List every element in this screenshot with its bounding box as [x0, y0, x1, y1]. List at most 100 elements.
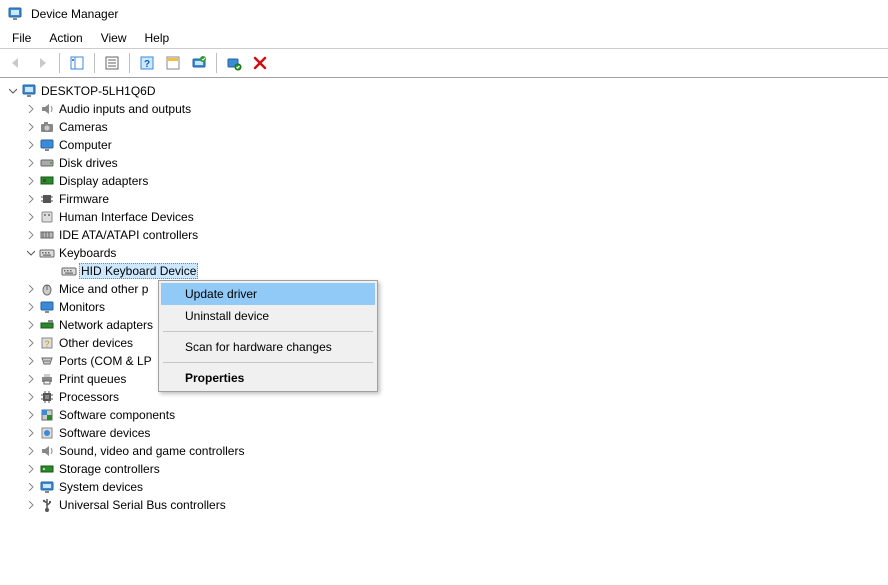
- tree-label[interactable]: IDE ATA/ATAPI controllers: [57, 227, 200, 243]
- tree-label[interactable]: Firmware: [57, 191, 111, 207]
- tree-item-softdev[interactable]: Software devices: [22, 424, 888, 442]
- tree-item-monitors[interactable]: Monitors: [22, 298, 888, 316]
- expand-icon[interactable]: [24, 498, 38, 512]
- expand-icon[interactable]: [24, 462, 38, 476]
- uninstall-button[interactable]: [248, 51, 272, 75]
- tree-label[interactable]: Network adapters: [57, 317, 155, 333]
- tree-item-processors[interactable]: Processors: [22, 388, 888, 406]
- tree-label[interactable]: Other devices: [57, 335, 135, 351]
- tree-item-firmware[interactable]: Firmware: [22, 190, 888, 208]
- tree-label[interactable]: Keyboards: [57, 245, 118, 261]
- tree-item-sound[interactable]: Sound, video and game controllers: [22, 442, 888, 460]
- tree-label-selected[interactable]: HID Keyboard Device: [79, 263, 198, 279]
- port-icon: [39, 353, 55, 369]
- update-driver-button[interactable]: [187, 51, 211, 75]
- tree-item-other[interactable]: ? Other devices: [22, 334, 888, 352]
- tree-item-audio[interactable]: Audio inputs and outputs: [22, 100, 888, 118]
- expand-icon[interactable]: [24, 192, 38, 206]
- cpu-icon: [39, 389, 55, 405]
- tree-item-disk[interactable]: Disk drives: [22, 154, 888, 172]
- show-hide-tree-button[interactable]: [65, 51, 89, 75]
- tree-label[interactable]: Software components: [57, 407, 177, 423]
- back-button[interactable]: [4, 51, 28, 75]
- context-scan-hardware[interactable]: Scan for hardware changes: [161, 336, 375, 358]
- tree-label[interactable]: Human Interface Devices: [57, 209, 196, 225]
- expand-icon[interactable]: [24, 480, 38, 494]
- tree-item-mice[interactable]: Mice and other p: [22, 280, 888, 298]
- expand-icon[interactable]: [24, 228, 38, 242]
- device-tree[interactable]: DESKTOP-5LH1Q6D Audio inputs and outputs…: [0, 78, 888, 514]
- expand-icon[interactable]: [24, 426, 38, 440]
- tree-label[interactable]: Display adapters: [57, 173, 150, 189]
- menu-file[interactable]: File: [4, 29, 39, 47]
- tree-item-hid[interactable]: Human Interface Devices: [22, 208, 888, 226]
- tree-label[interactable]: Print queues: [57, 371, 128, 387]
- expand-icon[interactable]: [24, 282, 38, 296]
- forward-button[interactable]: [30, 51, 54, 75]
- tree-label[interactable]: Universal Serial Bus controllers: [57, 497, 228, 513]
- tree-item-ports[interactable]: Ports (COM & LP: [22, 352, 888, 370]
- other-devices-icon: ?: [39, 335, 55, 351]
- help-button[interactable]: ?: [135, 51, 159, 75]
- tree-label[interactable]: Processors: [57, 389, 121, 405]
- tree-label[interactable]: Cameras: [57, 119, 110, 135]
- menu-action[interactable]: Action: [41, 29, 90, 47]
- expand-icon[interactable]: [24, 336, 38, 350]
- expand-icon[interactable]: [24, 300, 38, 314]
- tree-label[interactable]: Disk drives: [57, 155, 120, 171]
- context-update-driver[interactable]: Update driver: [161, 283, 375, 305]
- expand-icon[interactable]: [24, 120, 38, 134]
- expand-icon[interactable]: [24, 156, 38, 170]
- tree-item-softcomp[interactable]: Software components: [22, 406, 888, 424]
- expand-icon[interactable]: [24, 210, 38, 224]
- expand-icon[interactable]: [24, 408, 38, 422]
- tree-item-network[interactable]: Network adapters: [22, 316, 888, 334]
- tree-label[interactable]: Sound, video and game controllers: [57, 443, 246, 459]
- system-device-icon: [39, 479, 55, 495]
- tree-item-system[interactable]: System devices: [22, 478, 888, 496]
- properties-button[interactable]: [100, 51, 124, 75]
- tree-item-cameras[interactable]: Cameras: [22, 118, 888, 136]
- tree-item-computer[interactable]: Computer: [22, 136, 888, 154]
- tree-label[interactable]: Mice and other p: [57, 281, 150, 297]
- action-icon-button[interactable]: [161, 51, 185, 75]
- tree-label[interactable]: Ports (COM & LP: [57, 353, 154, 369]
- collapse-icon[interactable]: [24, 246, 38, 260]
- menu-help[interactable]: Help: [137, 29, 178, 47]
- tree-item-hid-keyboard-device[interactable]: HID Keyboard Device: [44, 262, 888, 280]
- software-component-icon: [39, 407, 55, 423]
- expand-icon[interactable]: [24, 174, 38, 188]
- expand-icon[interactable]: [24, 354, 38, 368]
- software-device-icon: [39, 425, 55, 441]
- svg-text:?: ?: [44, 339, 49, 349]
- root-label[interactable]: DESKTOP-5LH1Q6D: [39, 83, 158, 99]
- tree-item-storage[interactable]: Storage controllers: [22, 460, 888, 478]
- tree-label[interactable]: Audio inputs and outputs: [57, 101, 193, 117]
- tree-item-keyboards[interactable]: Keyboards: [22, 244, 888, 262]
- tree-label[interactable]: System devices: [57, 479, 145, 495]
- tree-label[interactable]: Storage controllers: [57, 461, 162, 477]
- tree-label[interactable]: Computer: [57, 137, 114, 153]
- tree-item-display[interactable]: Display adapters: [22, 172, 888, 190]
- expand-icon[interactable]: [24, 318, 38, 332]
- context-separator: [163, 362, 373, 363]
- expand-icon[interactable]: [24, 390, 38, 404]
- menubar: File Action View Help: [0, 28, 888, 48]
- context-uninstall-device[interactable]: Uninstall device: [161, 305, 375, 327]
- computer-icon: [21, 83, 37, 99]
- scan-hardware-button[interactable]: [222, 51, 246, 75]
- expand-icon[interactable]: [24, 444, 38, 458]
- tree-root[interactable]: DESKTOP-5LH1Q6D: [4, 82, 888, 100]
- context-properties[interactable]: Properties: [161, 367, 375, 389]
- tree-item-usb[interactable]: Universal Serial Bus controllers: [22, 496, 888, 514]
- expand-icon[interactable]: [24, 138, 38, 152]
- tree-item-printq[interactable]: Print queues: [22, 370, 888, 388]
- menu-view[interactable]: View: [93, 29, 135, 47]
- expand-icon[interactable]: [24, 102, 38, 116]
- svg-text:?: ?: [144, 59, 150, 70]
- tree-label[interactable]: Monitors: [57, 299, 107, 315]
- tree-label[interactable]: Software devices: [57, 425, 152, 441]
- expand-icon[interactable]: [24, 372, 38, 386]
- tree-item-ide[interactable]: IDE ATA/ATAPI controllers: [22, 226, 888, 244]
- expand-icon[interactable]: [6, 84, 20, 98]
